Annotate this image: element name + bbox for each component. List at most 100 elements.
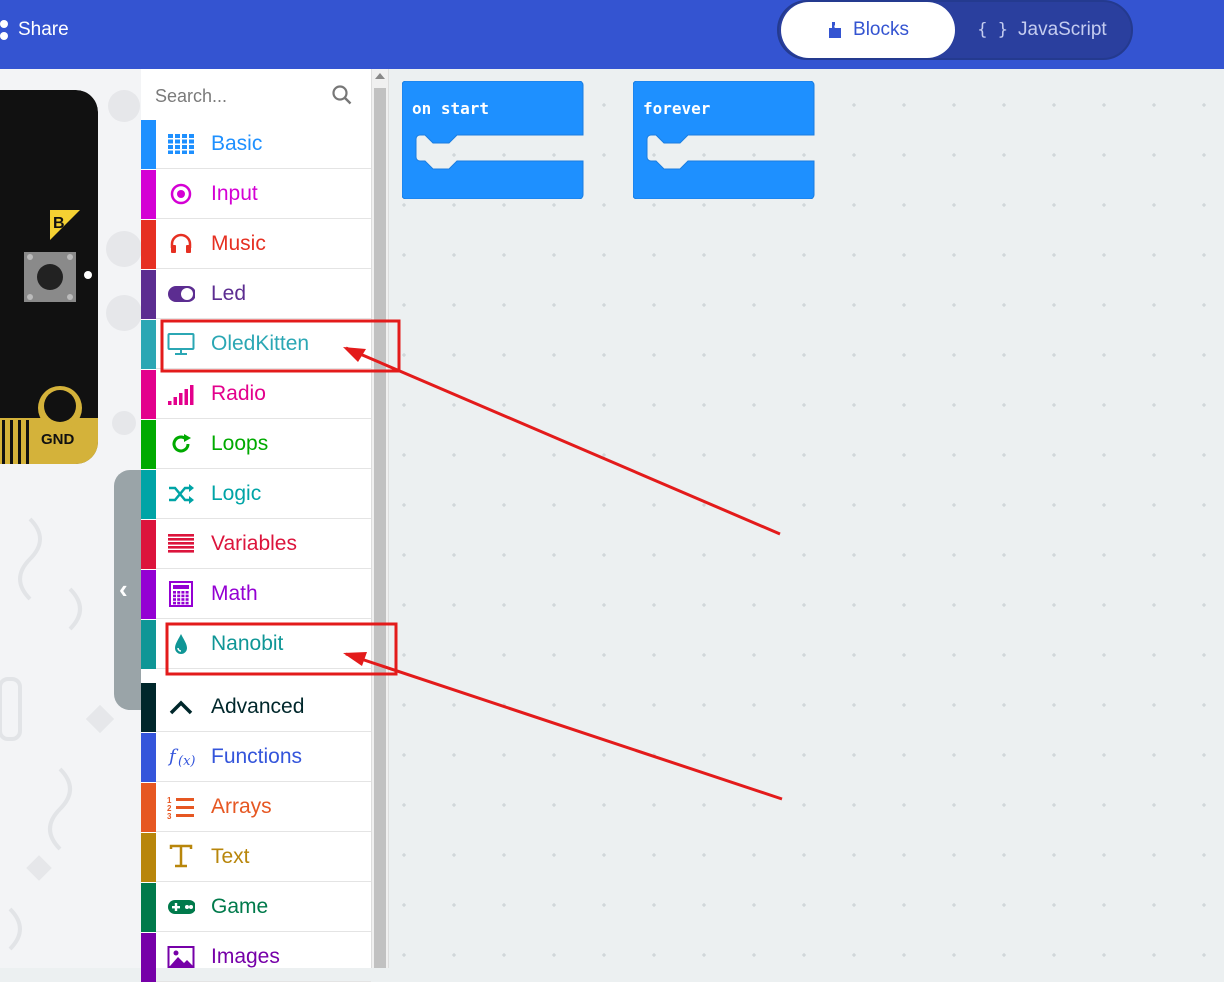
tab-javascript-label: JavaScript [1018, 19, 1107, 40]
category-label: Basic [211, 132, 263, 155]
category-color-bar [141, 420, 156, 469]
category-color-bar [141, 683, 156, 732]
search-icon[interactable] [332, 85, 352, 105]
category-color-bar [141, 620, 156, 669]
share-icon [0, 18, 10, 42]
top-bar: Share Blocks { } JavaScript [0, 0, 1224, 69]
category-loops[interactable]: Loops [141, 420, 371, 469]
category-game[interactable]: Game [141, 883, 371, 932]
category-images[interactable]: Images [141, 933, 371, 982]
category-variables[interactable]: Variables [141, 520, 371, 569]
category-label: Text [211, 845, 250, 868]
tab-blocks[interactable]: Blocks [781, 2, 955, 58]
scroll-up-icon[interactable] [375, 73, 385, 79]
braces-icon: { } [977, 20, 1008, 40]
svg-text:3: 3 [167, 812, 172, 819]
forever-block[interactable]: forever [632, 80, 815, 200]
toolbox-scrollbar[interactable] [371, 69, 389, 968]
toggle-icon [167, 282, 195, 306]
numbered-list-icon: 123 [167, 795, 195, 819]
image-icon [167, 945, 195, 969]
function-icon: f (x) [167, 745, 195, 769]
category-color-bar [141, 833, 156, 882]
svg-text:(x): (x) [178, 754, 195, 769]
category-color-bar [141, 170, 156, 219]
headphones-icon [167, 232, 195, 256]
grid-icon [167, 132, 195, 156]
category-logic[interactable]: Logic [141, 470, 371, 519]
category-led[interactable]: Led [141, 270, 371, 319]
category-color-bar [141, 783, 156, 832]
workspace-grid [389, 69, 1224, 968]
button-b-label: B [53, 215, 65, 232]
category-oledkitten[interactable]: OledKitten [141, 320, 371, 369]
drop-icon [167, 632, 195, 656]
category-color-bar [141, 933, 156, 982]
toolbox: Basic Input Music Led OledKitten Radio Loops Lo… [141, 69, 371, 982]
on-start-label: on start [412, 99, 490, 118]
category-label: Radio [211, 382, 266, 405]
text-icon [167, 844, 195, 869]
microbit-board [0, 90, 98, 464]
category-label: Variables [211, 532, 297, 555]
category-color-bar [141, 370, 156, 419]
category-functions[interactable]: f (x) Functions [141, 733, 371, 782]
category-label: Functions [211, 745, 303, 768]
calculator-icon [167, 581, 195, 607]
category-label: Images [211, 945, 280, 968]
category-music[interactable]: Music [141, 220, 371, 269]
puzzle-icon [829, 22, 842, 38]
search-input[interactable] [153, 81, 327, 111]
category-text[interactable]: Text [141, 833, 371, 882]
category-input[interactable]: Input [141, 170, 371, 219]
category-label: Arrays [211, 795, 272, 818]
chevron-left-icon: ‹ [119, 574, 128, 604]
category-color-bar [141, 733, 156, 782]
category-color-bar [141, 120, 156, 169]
category-label: Input [211, 182, 258, 205]
category-label: Nanobit [211, 632, 284, 655]
category-label: Loops [211, 432, 269, 455]
gamepad-icon [167, 895, 195, 919]
chevron-up-icon [167, 695, 195, 719]
refresh-icon [167, 432, 195, 456]
forever-label: forever [643, 99, 711, 118]
tab-javascript[interactable]: { } JavaScript [955, 2, 1129, 58]
editor-toggle: Blocks { } JavaScript [777, 0, 1133, 60]
shuffle-icon [167, 482, 195, 506]
target-icon [167, 182, 195, 206]
list-icon [167, 532, 195, 556]
share-label: Share [18, 19, 69, 40]
tab-blocks-label: Blocks [853, 19, 909, 40]
category-label: Advanced [211, 695, 305, 718]
category-label: Game [211, 895, 269, 918]
category-label: Math [211, 582, 258, 605]
blocks-workspace[interactable]: on start forever [389, 69, 1224, 968]
category-math[interactable]: Math [141, 570, 371, 619]
category-color-bar [141, 320, 156, 369]
signal-icon [167, 382, 195, 406]
category-arrays[interactable]: 1 2 3 Arrays [141, 783, 371, 832]
monitor-icon [167, 332, 195, 356]
category-color-bar [141, 470, 156, 519]
category-label: Logic [211, 482, 262, 505]
category-color-bar [141, 270, 156, 319]
gnd-label: GND [41, 431, 75, 448]
category-label: OledKitten [211, 332, 310, 355]
category-color-bar [141, 883, 156, 932]
category-color-bar [141, 520, 156, 569]
category-label: Music [211, 232, 266, 255]
category-basic[interactable]: Basic [141, 120, 371, 169]
category-label: Led [211, 282, 247, 305]
toolbox-separator [141, 676, 371, 682]
on-start-block[interactable]: on start [401, 80, 584, 200]
collapse-simulator-button[interactable]: ‹ [114, 470, 141, 710]
category-radio[interactable]: Radio [141, 370, 371, 419]
category-color-bar [141, 570, 156, 619]
scrollbar-thumb[interactable] [374, 88, 386, 968]
category-color-bar [141, 220, 156, 269]
category-advanced[interactable]: Advanced [141, 683, 371, 732]
search-box [141, 69, 371, 121]
category-nanobit[interactable]: Nanobit [141, 620, 371, 669]
share-button[interactable]: Share [0, 18, 69, 42]
